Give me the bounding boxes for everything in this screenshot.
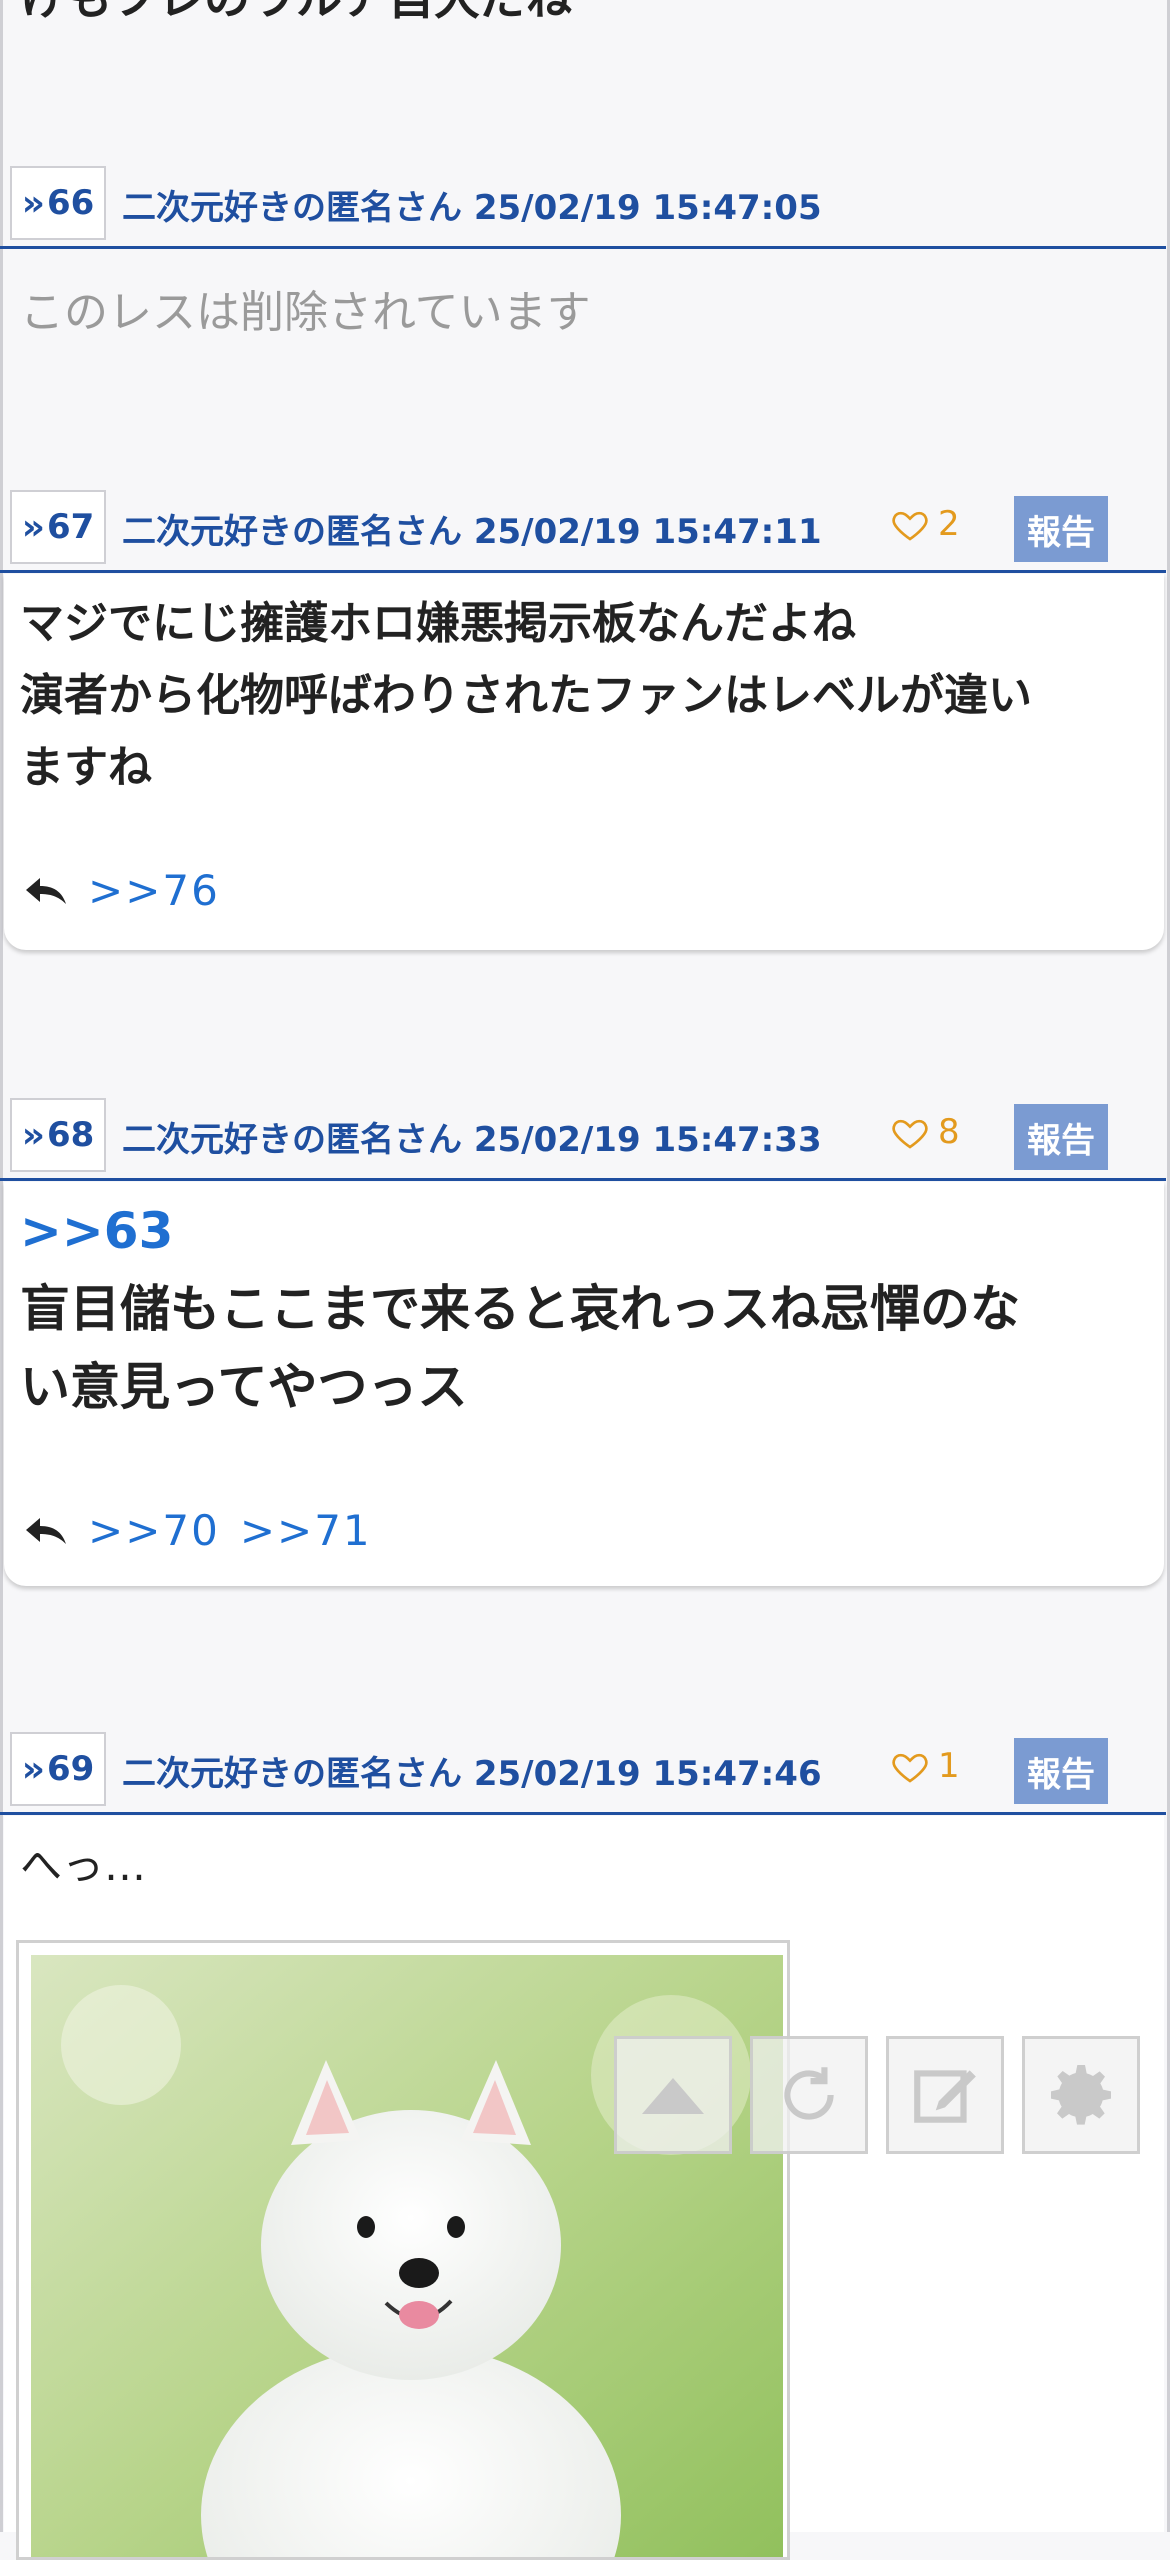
compose-button[interactable] — [886, 2036, 1004, 2154]
double-chevron-icon: » — [21, 182, 45, 224]
heart-icon — [892, 511, 928, 541]
reply-icon — [26, 1517, 66, 1544]
reply-link[interactable]: >>71 — [240, 1506, 372, 1555]
like-button[interactable]: 2 — [890, 504, 960, 544]
post-line: い意見ってやつっス — [20, 1358, 468, 1416]
refresh-icon — [784, 2067, 834, 2120]
report-button[interactable]: 報告 — [1014, 496, 1108, 562]
like-button[interactable]: 8 — [890, 1112, 960, 1152]
post-meta: 二次元好きの匿名さん 25/02/19 15:47:11 — [122, 504, 822, 553]
heart-icon — [892, 1753, 928, 1783]
post-meta: 二次元好きの匿名さん 25/02/19 15:47:05 — [122, 180, 822, 229]
like-count: 2 — [938, 504, 960, 544]
like-button[interactable]: 1 — [890, 1746, 960, 1786]
post-number: 67 — [46, 507, 95, 547]
post-author: 二次元好きの匿名さん — [122, 512, 462, 552]
post-line: ますね — [20, 742, 152, 793]
post-line: 盲目儲もここまで来ると哀れっスね忌憚のな — [20, 1280, 1020, 1338]
page-frame-left — [0, 0, 3, 2532]
settings-button[interactable] — [1022, 2036, 1140, 2154]
post-text: マジでにじ擁護ホロ嫌悪掲示板なんだよね 演者から化物呼ばわりされたファンはレベル… — [20, 588, 1032, 804]
report-button[interactable]: 報告 — [1014, 1738, 1108, 1804]
post-number-button[interactable]: » 66 — [10, 166, 106, 240]
previous-post-text: けもフレのウルア自大だね — [20, 0, 572, 28]
post-author: 二次元好きの匿名さん — [122, 1754, 462, 1794]
double-chevron-icon: » — [21, 1114, 45, 1156]
like-count: 1 — [938, 1746, 960, 1786]
post-datetime: 25/02/19 15:47:11 — [473, 512, 822, 552]
post-body-67: マジでにじ擁護ホロ嫌悪掲示板なんだよね 演者から化物呼ばわりされたファンはレベル… — [4, 574, 1164, 950]
post-text: >>63 盲目儲もここまで来ると哀れっスね忌憚のな い意見ってやつっス — [20, 1192, 1020, 1426]
post-text: へっ… — [20, 1841, 147, 1890]
anchor-link[interactable]: >>63 — [20, 1192, 1020, 1270]
double-chevron-icon: » — [21, 506, 45, 548]
post-number: 69 — [46, 1749, 95, 1789]
post-author: 二次元好きの匿名さん — [122, 188, 462, 228]
like-count: 8 — [938, 1112, 960, 1152]
post-line: マジでにじ擁護ホロ嫌悪掲示板なんだよね — [20, 598, 856, 649]
post-line: 演者から化物呼ばわりされたファンはレベルが違い — [20, 670, 1032, 721]
reply-row: >>70 >>71 — [24, 1506, 372, 1555]
post-body-68: >>63 盲目儲もここまで来ると哀れっスね忌憚のな い意見ってやつっス >>70… — [4, 1182, 1164, 1586]
compose-icon — [914, 2070, 976, 2123]
post-author: 二次元好きの匿名さん — [122, 1120, 462, 1160]
post-number-button[interactable]: » 69 — [10, 1732, 106, 1806]
post-header-67: » 67 二次元好きの匿名さん 25/02/19 15:47:11 2 報告 — [0, 484, 1166, 573]
post-number: 66 — [46, 183, 95, 223]
settings-icon — [1051, 2065, 1111, 2125]
post-datetime: 25/02/19 15:47:05 — [473, 188, 822, 228]
scroll-top-button[interactable] — [614, 2036, 732, 2154]
post-image-frame[interactable] — [16, 1940, 790, 2560]
reply-icon — [26, 877, 66, 904]
post-number-button[interactable]: » 68 — [10, 1098, 106, 1172]
double-chevron-icon: » — [21, 1748, 45, 1790]
reply-row: >>76 — [24, 866, 220, 915]
post-number: 68 — [46, 1115, 95, 1155]
heart-icon — [892, 1119, 928, 1149]
deleted-message: このレスは削除されています — [20, 287, 591, 338]
post-number-button[interactable]: » 67 — [10, 490, 106, 564]
report-button[interactable]: 報告 — [1014, 1104, 1108, 1170]
scroll-top-icon — [642, 2078, 704, 2114]
post-meta: 二次元好きの匿名さん 25/02/19 15:47:46 — [122, 1746, 822, 1795]
reply-link[interactable]: >>76 — [88, 866, 220, 915]
post-header-69: » 69 二次元好きの匿名さん 25/02/19 15:47:46 1 報告 — [0, 1726, 1166, 1815]
post-datetime: 25/02/19 15:47:46 — [473, 1754, 822, 1794]
refresh-button[interactable] — [750, 2036, 868, 2154]
reply-link[interactable]: >>70 — [88, 1506, 220, 1555]
post-meta: 二次元好きの匿名さん 25/02/19 15:47:33 — [122, 1112, 822, 1161]
post-header-68: » 68 二次元好きの匿名さん 25/02/19 15:47:33 8 報告 — [0, 1092, 1166, 1181]
post-header-66: » 66 二次元好きの匿名さん 25/02/19 15:47:05 — [0, 160, 1166, 249]
post-datetime: 25/02/19 15:47:33 — [473, 1120, 822, 1160]
